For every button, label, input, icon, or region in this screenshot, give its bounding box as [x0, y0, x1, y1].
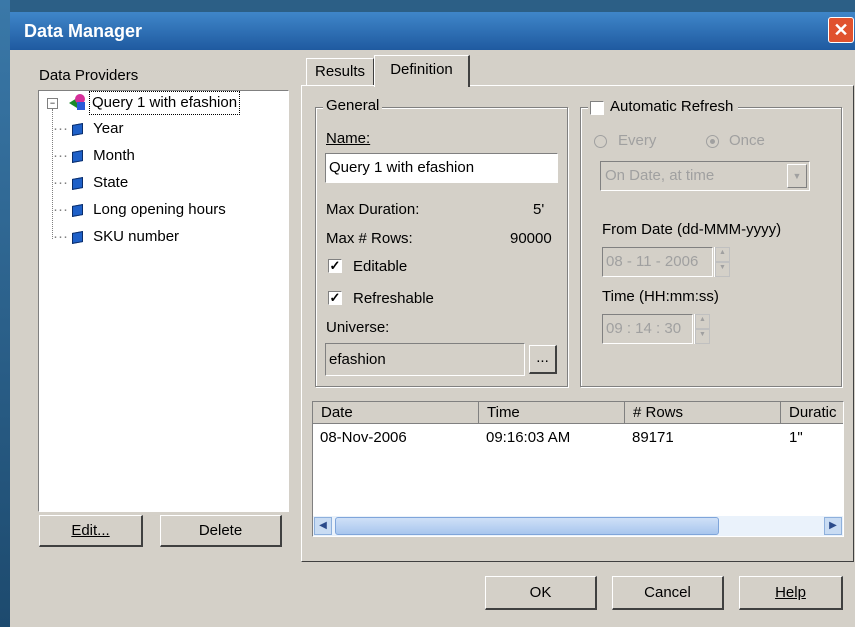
browse-universe-button[interactable]: ... — [529, 345, 557, 374]
spin-up-icon[interactable]: ▲ — [695, 314, 710, 329]
help-button[interactable]: Help — [739, 576, 843, 610]
column-header-time[interactable]: Time — [479, 402, 625, 424]
chevron-down-icon[interactable]: ▼ — [787, 164, 807, 188]
spin-down-icon[interactable]: ▼ — [695, 329, 710, 344]
object-icon — [72, 149, 84, 163]
query-icon — [69, 94, 85, 110]
once-label: Once — [729, 132, 765, 149]
scroll-right-icon[interactable]: ▶ — [824, 517, 842, 535]
desktop-background — [0, 0, 10, 627]
tab-definition[interactable]: Definition — [374, 55, 470, 87]
automatic-refresh-label: Automatic Refresh — [610, 98, 734, 115]
time-field[interactable]: 09 : 14 : 30 — [602, 314, 693, 344]
object-icon — [72, 122, 84, 136]
cancel-button[interactable]: Cancel — [612, 576, 724, 610]
help-button-label: Help — [775, 584, 806, 601]
tab-results-label: Results — [314, 63, 366, 80]
edit-button[interactable]: Edit... — [39, 515, 143, 547]
tab-results[interactable]: Results — [306, 58, 374, 86]
name-input-value: Query 1 with efashion — [329, 159, 475, 176]
scrollbar-thumb[interactable] — [335, 517, 719, 535]
edit-button-label: Edit... — [71, 522, 110, 539]
refreshable-checkbox[interactable]: ✓ — [328, 291, 342, 305]
universe-field: efashion — [325, 343, 525, 376]
column-header-duration[interactable]: Duratic — [781, 402, 843, 424]
cell-rows: 89171 — [632, 429, 674, 446]
from-date-field[interactable]: 08 - 11 - 2006 — [602, 247, 713, 277]
data-manager-window: Data Manager ✕ Data Providers − Query 1 … — [10, 12, 855, 627]
universe-value: efashion — [329, 351, 386, 368]
refresh-mode-value: On Date, at time — [605, 167, 715, 184]
universe-label: Universe: — [326, 319, 390, 336]
cell-date: 08-Nov-2006 — [320, 429, 407, 446]
column-header-date[interactable]: Date — [313, 402, 479, 424]
refresh-mode-select[interactable]: On Date, at time ▼ — [600, 161, 810, 191]
name-input[interactable]: Query 1 with efashion — [325, 153, 558, 183]
from-date-spinner[interactable]: ▲ ▼ — [714, 247, 730, 277]
tree-item-year[interactable]: ··· Year — [53, 118, 123, 140]
spin-up-icon[interactable]: ▲ — [715, 247, 730, 262]
tab-definition-label: Definition — [390, 61, 453, 78]
time-value: 09 : 14 : 30 — [606, 320, 682, 337]
automatic-refresh-checkbox[interactable] — [590, 101, 604, 115]
cell-duration: 1" — [789, 429, 803, 446]
tree-root-query[interactable]: Query 1 with efashion — [89, 91, 241, 115]
tree-item-label: Month — [93, 147, 135, 164]
object-icon — [72, 176, 84, 190]
browse-button-label: ... — [536, 349, 549, 366]
tree-item-long-opening-hours[interactable]: ··· Long opening hours — [53, 199, 226, 221]
title-bar[interactable]: Data Manager ✕ — [10, 12, 855, 50]
editable-checkbox[interactable]: ✓ — [328, 259, 342, 273]
data-providers-tree[interactable]: − Query 1 with efashion ··· Year ··· Mon… — [38, 90, 289, 512]
once-radio[interactable] — [706, 135, 719, 148]
tree-item-label: State — [93, 174, 129, 191]
max-duration-value: 5' — [533, 201, 545, 218]
from-date-label: From Date (dd-MMM-yyyy) — [602, 221, 782, 238]
tree-item-label: SKU number — [93, 228, 180, 245]
tree-item-month[interactable]: ··· Month — [53, 145, 135, 167]
max-duration-label: Max Duration: — [326, 201, 420, 218]
from-date-value: 08 - 11 - 2006 — [606, 253, 699, 270]
max-rows-label: Max # Rows: — [326, 230, 413, 247]
cell-time: 09:16:03 AM — [486, 429, 571, 446]
data-providers-heading: Data Providers — [39, 67, 139, 84]
every-label: Every — [618, 132, 657, 149]
refreshable-label: Refreshable — [353, 290, 434, 307]
collapse-icon[interactable]: − — [47, 98, 58, 109]
cancel-button-label: Cancel — [644, 584, 691, 601]
every-radio[interactable] — [594, 135, 607, 148]
tree-item-label: Long opening hours — [93, 201, 226, 218]
ok-button[interactable]: OK — [485, 576, 597, 610]
object-icon — [72, 230, 84, 244]
time-spinner[interactable]: ▲ ▼ — [694, 314, 710, 344]
results-list[interactable]: Date Time # Rows Duratic 08-Nov-2006 09:… — [312, 401, 844, 537]
spin-down-icon[interactable]: ▼ — [715, 262, 730, 277]
window-title: Data Manager — [24, 21, 143, 41]
general-heading: General — [323, 97, 383, 114]
tree-item-state[interactable]: ··· State — [53, 172, 128, 194]
ok-button-label: OK — [529, 584, 552, 601]
object-icon — [72, 203, 84, 217]
delete-button-label: Delete — [198, 522, 243, 539]
close-icon[interactable]: ✕ — [828, 17, 854, 43]
delete-button[interactable]: Delete — [160, 515, 282, 547]
editable-label: Editable — [353, 258, 408, 275]
scroll-left-icon[interactable]: ◀ — [314, 517, 332, 535]
max-rows-value: 90000 — [510, 230, 552, 247]
time-label: Time (HH:mm:ss) — [602, 288, 719, 305]
column-header-rows[interactable]: # Rows — [625, 402, 781, 424]
horizontal-scrollbar[interactable]: ◀ ▶ — [313, 516, 843, 536]
name-label: Name: — [326, 130, 371, 147]
tree-item-sku-number[interactable]: ··· SKU number — [53, 226, 179, 248]
tree-item-label: Year — [93, 120, 124, 137]
